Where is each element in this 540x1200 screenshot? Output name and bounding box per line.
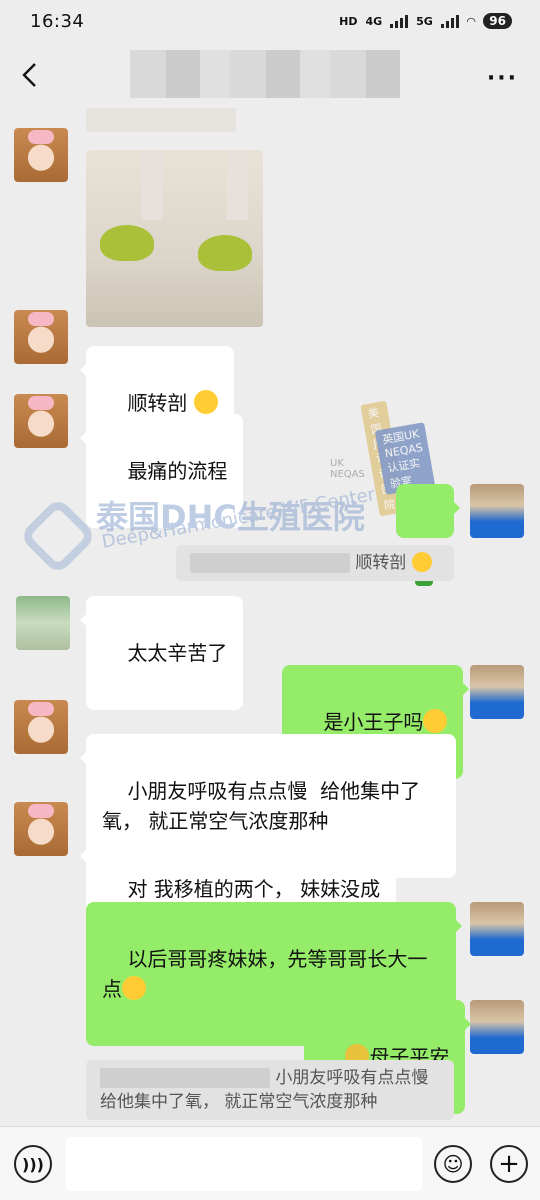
quoted-message[interactable]: 顺转剖	[176, 545, 454, 581]
blurred-sender	[190, 553, 350, 573]
wifi-icon: ◠	[466, 14, 476, 28]
chat-messages[interactable]: 顺转剖 最痛的流程 泰国DHC生殖医院 Deep&Harmonicare IVF…	[0, 108, 540, 1126]
battery-indicator: 96	[483, 13, 512, 29]
network-5g: 5G	[416, 14, 433, 28]
message-text: 顺转剖	[127, 391, 188, 415]
chat-header: ···	[0, 42, 540, 108]
quote-text-l1: 小朋友呼吸有点点慢	[275, 1068, 429, 1088]
avatar-contact[interactable]	[14, 700, 68, 754]
avatar-contact[interactable]	[14, 128, 68, 182]
laughing-emoji-icon	[411, 552, 432, 572]
quoted-message[interactable]: 小朋友呼吸有点点慢 给他集中了氧， 就正常空气浓度那种	[86, 1060, 454, 1120]
avatar-contact[interactable]	[14, 310, 68, 364]
uk-neqas-label: UK NEQAS	[330, 458, 365, 480]
message-bubble[interactable]: 太太辛苦了	[79, 596, 244, 710]
message-text: 小朋友呼吸有点点慢 给他集中了氧， 就正常空气浓度那种	[102, 779, 421, 833]
status-icons: HD 4G 5G ◠ 96	[339, 13, 512, 29]
quote-text: 顺转剖	[355, 553, 407, 573]
plus-icon[interactable]: +	[490, 1145, 528, 1183]
message-input[interactable]	[66, 1137, 422, 1191]
input-bar: ))) ☺ +	[0, 1126, 540, 1200]
laughing-emoji-icon	[193, 390, 218, 414]
voice-icon[interactable]: )))	[14, 1145, 52, 1183]
avatar-contact[interactable]	[14, 394, 68, 448]
avatar-self[interactable]	[470, 484, 524, 538]
avatar-self[interactable]	[470, 1000, 524, 1054]
message-text: 最痛的流程	[127, 459, 228, 483]
avatar-contact[interactable]	[14, 802, 68, 856]
message-text: 是小王子吗	[323, 710, 424, 734]
grinning-emoji-icon	[122, 976, 146, 1000]
emoji-icon[interactable]: ☺	[434, 1145, 472, 1183]
signal-icon	[390, 14, 409, 28]
status-bar: 16:34 HD 4G 5G ◠ 96	[0, 0, 540, 42]
more-icon[interactable]: ···	[487, 66, 518, 91]
image-message-partial[interactable]	[86, 108, 236, 132]
image-message[interactable]	[86, 150, 263, 327]
avatar-self[interactable]	[470, 902, 524, 956]
back-arrow-icon[interactable]	[20, 62, 40, 88]
message-bubble-sticker[interactable]	[396, 484, 460, 586]
message-text: 以后哥哥疼妹妹，先等哥哥长大一点	[102, 947, 428, 1001]
blurred-sender	[100, 1068, 270, 1088]
hd-indicator: HD	[339, 14, 358, 28]
message-text: 对 我移植的两个， 妹妹没成	[127, 877, 381, 901]
status-time: 16:34	[30, 10, 85, 32]
avatar-contact-2[interactable]	[16, 596, 70, 650]
network-4g: 4G	[365, 14, 383, 28]
signal-icon-2	[440, 14, 459, 28]
message-text: 太太辛苦了	[127, 641, 228, 665]
chat-title-blurred	[130, 50, 400, 98]
winking-emoji-icon	[423, 709, 448, 733]
avatar-self[interactable]	[470, 665, 524, 719]
quote-text-l2: 给他集中了氧， 就正常空气浓度那种	[100, 1092, 378, 1112]
